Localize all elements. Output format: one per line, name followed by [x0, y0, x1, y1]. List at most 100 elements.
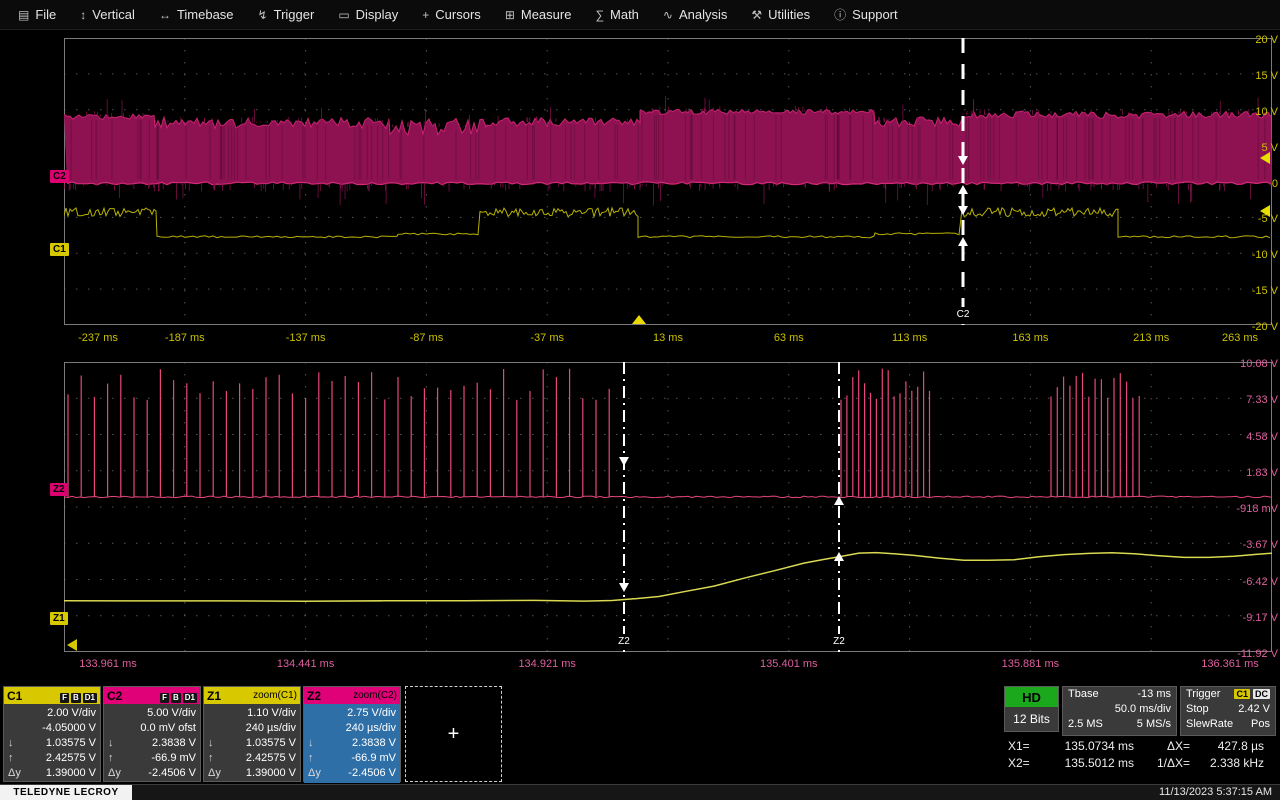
brand-logo: TELEDYNE LECROY: [0, 785, 132, 800]
cursors-icon: +: [422, 7, 430, 22]
y-axis-label: -10 V: [1251, 249, 1278, 262]
x-axis-label: -87 ms: [409, 332, 444, 344]
x1-label: X1=: [1008, 739, 1030, 753]
delta-y-label: Δy: [308, 767, 321, 779]
trace-badge-z1[interactable]: Z1: [50, 612, 68, 625]
cursor-low-value: 2.3838 V: [351, 737, 396, 749]
c1-trace: [64, 206, 1271, 239]
menu-item-utilities[interactable]: ⚒ Utilities: [739, 0, 822, 30]
menu-item-label: Math: [610, 7, 639, 22]
y-axis-label: -6.42 V: [1242, 575, 1278, 588]
cursor-arrow: [619, 457, 629, 466]
timebase-icon: ↔: [158, 7, 171, 22]
trace-badge-z2[interactable]: Z2: [50, 483, 68, 496]
descriptor-z2[interactable]: Z2 zoom(C2) 2.75 V/div 240 µs/div ↓ 2.383…: [303, 686, 401, 783]
descriptor-c2[interactable]: C2 F B D1 5.00 V/div 0.0 mV ofst ↓ 2.3838 V…: [103, 686, 201, 782]
zoom-source-label: zoom(C2): [353, 690, 397, 701]
delta-y-value: -2.4506 V: [348, 767, 396, 779]
y-axis-label: -3.67 V: [1242, 539, 1278, 552]
menu-item-label: Display: [355, 7, 399, 22]
vdiv-value: 2.00 V/div: [47, 707, 96, 719]
analysis-icon: ∿: [662, 7, 673, 22]
hdiv-value: 240 µs/div: [245, 722, 296, 734]
cursor-high-value: -66.9 mV: [351, 752, 396, 764]
cursor-high-value: 2.42575 V: [245, 752, 296, 764]
cursor-high-icon: ↑: [8, 752, 14, 764]
x1-value: 135.0734 ms: [1064, 739, 1134, 753]
cursor-high-icon: ↑: [108, 752, 114, 764]
hd-mode-box[interactable]: HD 12 Bits: [1004, 686, 1059, 732]
x-axis-label: 263 ms: [1221, 332, 1259, 344]
cursor-arrow: [619, 583, 629, 592]
y-axis-label: -918 mV: [1236, 503, 1278, 515]
descriptor-z2-header[interactable]: Z2 zoom(C2): [304, 687, 400, 704]
menu-item-measure[interactable]: ⊞ Measure: [493, 0, 584, 30]
y-axis-label: 1.83 V: [1246, 466, 1278, 479]
menu-item-support[interactable]: ⓘ Support: [822, 0, 910, 30]
x-axis-label: 13 ms: [653, 332, 683, 344]
trace-badge-c2[interactable]: C2: [50, 170, 69, 183]
file-icon: ▤: [18, 7, 30, 22]
menu-item-file[interactable]: ▤ File: [6, 0, 68, 30]
cursor-arrow: [958, 237, 968, 246]
display-icon: ▭: [338, 7, 350, 22]
menu-bar: ▤ File ↕ Vertical ↔ Timebase ↯ Trigger ▭ Display +…: [0, 0, 1280, 30]
cursor-label: Z2: [618, 636, 630, 647]
timebase-box[interactable]: Tbase -13 ms 50.0 ms/div 2.5 MS 5 MS/s: [1062, 686, 1177, 736]
menu-item-trigger[interactable]: ↯ Trigger: [246, 0, 327, 30]
cursor-high-icon: ↑: [208, 752, 214, 764]
cursor-low-icon: ↓: [308, 737, 314, 749]
descriptor-z1-header[interactable]: Z1 zoom(C1): [204, 687, 300, 704]
descriptor-c1-body: 2.00 V/div -4.05000 V ↓ 1.03575 V ↑ 2.4257…: [4, 704, 100, 781]
cursor-label: C2: [957, 309, 970, 320]
y-axis-label: 0: [1271, 177, 1278, 190]
cursor-low-value: 1.03575 V: [245, 737, 296, 749]
zoom-source-label: zoom(C1): [253, 690, 297, 701]
delta-y-value: 1.39000 V: [45, 767, 96, 779]
menu-item-label: Analysis: [678, 7, 728, 22]
math-icon: ∑: [595, 7, 605, 22]
menu-item-label: Timebase: [176, 7, 234, 22]
descriptor-c2-header[interactable]: C2 F B D1: [104, 687, 200, 704]
menu-item-cursors[interactable]: + Cursors: [410, 0, 493, 30]
menu-item-label: Measure: [520, 7, 572, 22]
trace-flags: F B D1: [158, 689, 197, 703]
delta-y-label: Δy: [108, 767, 121, 779]
flag-f: F: [60, 692, 69, 703]
descriptor-z1[interactable]: Z1 zoom(C1) 1.10 V/div 240 µs/div ↓ 1.035…: [203, 686, 301, 782]
add-trace-box[interactable]: +: [405, 686, 502, 782]
trace-title: C1: [7, 688, 23, 703]
x-axis-label: -187 ms: [164, 332, 205, 344]
main-waveform-grid[interactable]: C2: [64, 38, 1272, 325]
x2-value: 135.5012 ms: [1064, 756, 1134, 770]
descriptor-c1-header[interactable]: C1 F B D1: [4, 687, 100, 704]
trace-title: C2: [107, 688, 123, 703]
x-axis-label: -137 ms: [285, 332, 326, 344]
y-axis-label: -15 V: [1251, 285, 1278, 298]
trace-flags: F B D1: [58, 689, 97, 703]
trigger-position-marker[interactable]: [632, 315, 646, 324]
delta-y-label: Δy: [208, 767, 221, 779]
menu-item-analysis[interactable]: ∿ Analysis: [651, 0, 739, 30]
menu-item-timebase[interactable]: ↔ Timebase: [147, 0, 246, 30]
trigger-level: 2.42 V: [1238, 703, 1270, 715]
offset-value: -4.05000 V: [42, 722, 96, 734]
vertical-icon: ↕: [80, 7, 87, 22]
invdx-value: 2.338 kHz: [1209, 756, 1264, 770]
flag-d1: D1: [182, 692, 197, 703]
utilities-icon: ⚒: [751, 7, 763, 22]
z2-trace: [64, 368, 1272, 499]
menu-item-display[interactable]: ▭ Display: [326, 0, 410, 30]
trigger-source-chip: C1: [1234, 689, 1250, 699]
zoom-waveform-grid[interactable]: Z2 Z2: [64, 362, 1272, 652]
trigger-box[interactable]: Trigger C1 DC Stop 2.42 V SlewRate Pos: [1180, 686, 1276, 736]
x-axis-label: 163 ms: [1012, 332, 1049, 344]
descriptor-c1[interactable]: C1 F B D1 2.00 V/div -4.05000 V ↓ 1.03575 V…: [3, 686, 101, 782]
trace-badge-c1[interactable]: C1: [50, 243, 69, 256]
hd-bits: 12 Bits: [1013, 712, 1050, 726]
descriptor-z2-body: 2.75 V/div 240 µs/div ↓ 2.3838 V ↑ -66.9 m…: [304, 704, 400, 783]
vdiv-value: 1.10 V/div: [247, 707, 296, 719]
menu-item-math[interactable]: ∑ Math: [583, 0, 650, 30]
x-axis-label: 135.881 ms: [1001, 658, 1060, 670]
menu-item-vertical[interactable]: ↕ Vertical: [68, 0, 147, 30]
